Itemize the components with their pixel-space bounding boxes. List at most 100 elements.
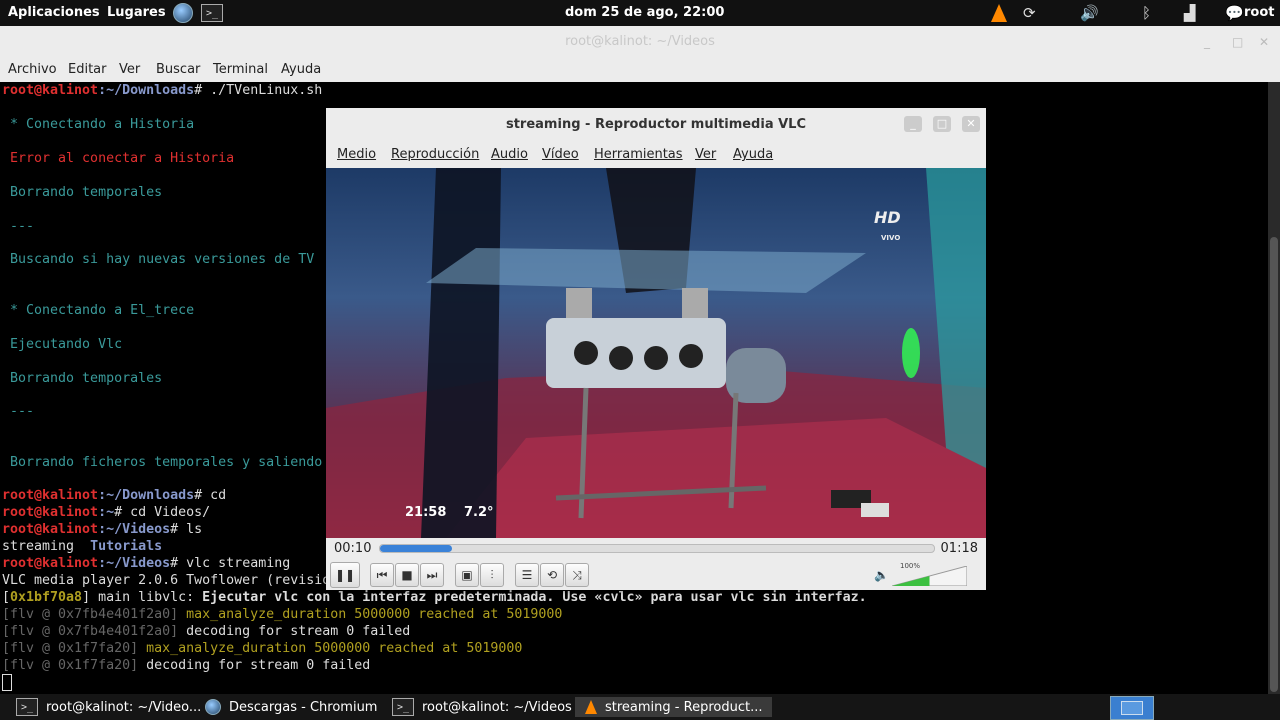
terminal-title: root@kalinot: ~/Videos: [565, 34, 715, 49]
terminal-line: root@kalinot:~/Downloads# cd: [2, 488, 227, 503]
terminal-line: [flv @ 0x1f7fa20] max_analyze_duration 5…: [2, 641, 523, 656]
overlay-time: 21:58: [405, 505, 447, 520]
vlc-menu-ver[interactable]: Ver: [695, 147, 716, 162]
total-time: 01:18: [940, 541, 978, 556]
scrollbar-thumb[interactable]: [1270, 237, 1278, 692]
terminal-line: * Conectando a El_trece: [2, 303, 195, 318]
applications-menu[interactable]: Aplicaciones: [8, 5, 100, 20]
chat-icon[interactable]: 💬: [1225, 3, 1244, 23]
terminal-line: [flv @ 0x7fb4e401f2a0] decoding for stre…: [2, 624, 411, 639]
places-menu[interactable]: Lugares: [107, 5, 166, 20]
top-panel: Aplicaciones Lugares >_ dom 25 de ago, 2…: [0, 0, 1280, 26]
vlc-menu-ayuda[interactable]: Ayuda: [733, 147, 773, 162]
task-terminal-2[interactable]: >_ root@kalinot: ~/Videos: [392, 697, 572, 717]
terminal-scrollbar[interactable]: [1268, 82, 1280, 694]
next-button[interactable]: ⏭: [420, 563, 444, 587]
terminal-line: root@kalinot:~/Downloads# ./TVenLinux.sh: [2, 83, 323, 98]
vlc-cone-icon[interactable]: [991, 3, 1007, 23]
menu-buscar[interactable]: Buscar: [156, 62, 200, 77]
vlc-maximize-icon[interactable]: □: [933, 116, 951, 132]
minimize-icon[interactable]: _: [1204, 26, 1210, 58]
stop-button[interactable]: ■: [395, 563, 419, 587]
terminal-line: root@kalinot:~/Videos# ls: [2, 522, 203, 537]
terminal-line: Error al conectar a Historia: [2, 151, 235, 166]
chromium-icon: [205, 699, 221, 715]
terminal-line: streaming Tutorials: [2, 539, 163, 554]
shuffle-button[interactable]: ⤨: [565, 563, 589, 587]
playlist-button[interactable]: ☰: [515, 563, 539, 587]
terminal-icon[interactable]: >_: [201, 3, 223, 23]
vlc-menu-audio[interactable]: Audio: [491, 147, 528, 162]
taskbar: >_ root@kalinot: ~/Video... Descargas - C…: [0, 694, 1280, 720]
overlay-temp: 7.2°: [464, 505, 494, 520]
video-area[interactable]: HD VIVO 21:58 7.2°: [326, 168, 986, 538]
signal-icon[interactable]: ▟: [1184, 3, 1196, 23]
volume-fill: [892, 576, 930, 586]
terminal-line: Buscando si hay nuevas versiones de TV: [2, 252, 315, 267]
seek-bar-fill: [380, 545, 453, 552]
terminal-line: root@kalinot:~# cd Videos/: [2, 505, 211, 520]
terminal-line: ---: [2, 219, 35, 234]
terminal-line: [0x1bf70a8] main libvlc: Ejecutar vlc co…: [2, 590, 867, 605]
menu-editar[interactable]: Editar: [68, 62, 107, 77]
menu-terminal[interactable]: Terminal: [213, 62, 268, 77]
loop-button[interactable]: ⟲: [540, 563, 564, 587]
terminal-line: * Conectando a Historia: [2, 117, 195, 132]
terminal-line: [flv @ 0x1f7fa20] decoding for stream 0 …: [2, 658, 371, 673]
extended-settings-button[interactable]: ⫶: [480, 563, 504, 587]
previous-button[interactable]: ⏮: [370, 563, 394, 587]
vlc-menu-herramientas[interactable]: Herramientas: [594, 147, 683, 162]
vlc-minimize-icon[interactable]: _: [904, 116, 922, 132]
terminal-line: Borrando temporales: [2, 185, 163, 200]
vlc-menu-reproduccion[interactable]: Reproducción: [391, 147, 479, 162]
terminal-line: Borrando temporales: [2, 371, 163, 386]
loop-icon: ⟲: [546, 568, 558, 582]
terminal-icon: >_: [392, 698, 414, 716]
user-menu[interactable]: root: [1244, 5, 1275, 20]
menu-archivo[interactable]: Archivo: [8, 62, 57, 77]
seek-row: 00:10 01:18: [326, 538, 986, 560]
pause-button[interactable]: ❚❚: [330, 562, 360, 588]
task-chromium[interactable]: Descargas - Chromium: [205, 697, 377, 717]
terminal-line: Borrando ficheros temporales y saliendo: [2, 455, 323, 470]
volume-wedge: [892, 566, 967, 586]
vlc-menubar: Medio Reproducción Audio Vídeo Herramien…: [326, 142, 986, 168]
volume-icon[interactable]: 🔊: [1080, 3, 1099, 23]
terminal-line: root@kalinot:~/Videos# vlc streaming: [2, 556, 291, 571]
terminal-icon: >_: [16, 698, 38, 716]
terminal-line: [flv @ 0x7fb4e401f2a0] max_analyze_durat…: [2, 607, 563, 622]
maximize-icon[interactable]: □: [1232, 26, 1243, 58]
shuffle-icon: ⤨: [572, 567, 582, 582]
elapsed-time: 00:10: [334, 541, 372, 556]
workspace-switcher[interactable]: [1110, 696, 1154, 720]
vlc-window: streaming - Reproductor multimedia VLC _…: [326, 108, 986, 590]
task-vlc[interactable]: streaming - Reproduct...: [575, 697, 773, 717]
update-icon[interactable]: ⟳: [1023, 3, 1036, 23]
globe-icon[interactable]: [173, 3, 193, 23]
menu-ayuda[interactable]: Ayuda: [281, 62, 321, 77]
previous-icon: ⏮: [376, 567, 388, 582]
fullscreen-button[interactable]: ▣: [455, 563, 479, 587]
volume-slider[interactable]: 100%: [892, 562, 967, 586]
seek-bar[interactable]: [379, 544, 935, 553]
next-icon: ⏭: [426, 567, 438, 582]
channel-logo: HD: [874, 208, 901, 227]
menu-ver[interactable]: Ver: [119, 62, 140, 77]
clock[interactable]: dom 25 de ago, 22:00: [565, 5, 724, 20]
terminal-cursor: [2, 674, 12, 692]
equalizer-icon: ⫶: [490, 567, 494, 582]
task-terminal-1[interactable]: >_ root@kalinot: ~/Video...: [16, 697, 201, 717]
vlc-menu-video[interactable]: Vídeo: [542, 147, 579, 162]
terminal-line: VLC media player 2.0.6 Twoflower (revisi…: [2, 573, 339, 588]
terminal-menubar: Archivo Editar Ver Buscar Terminal Ayuda: [0, 58, 1280, 82]
speaker-icon[interactable]: 🔈: [874, 568, 889, 582]
stop-icon: ■: [401, 568, 413, 582]
vlc-cone-icon: [585, 700, 597, 714]
vlc-menu-medio[interactable]: Medio: [337, 147, 376, 162]
fullscreen-icon: ▣: [461, 568, 473, 582]
terminal-titlebar: root@kalinot: ~/Videos _ □ ✕: [0, 26, 1280, 58]
close-icon[interactable]: ✕: [1259, 26, 1269, 58]
vlc-close-icon[interactable]: ✕: [962, 116, 980, 132]
playlist-icon: ☰: [521, 568, 533, 582]
bluetooth-icon[interactable]: ᛒ: [1142, 3, 1151, 23]
